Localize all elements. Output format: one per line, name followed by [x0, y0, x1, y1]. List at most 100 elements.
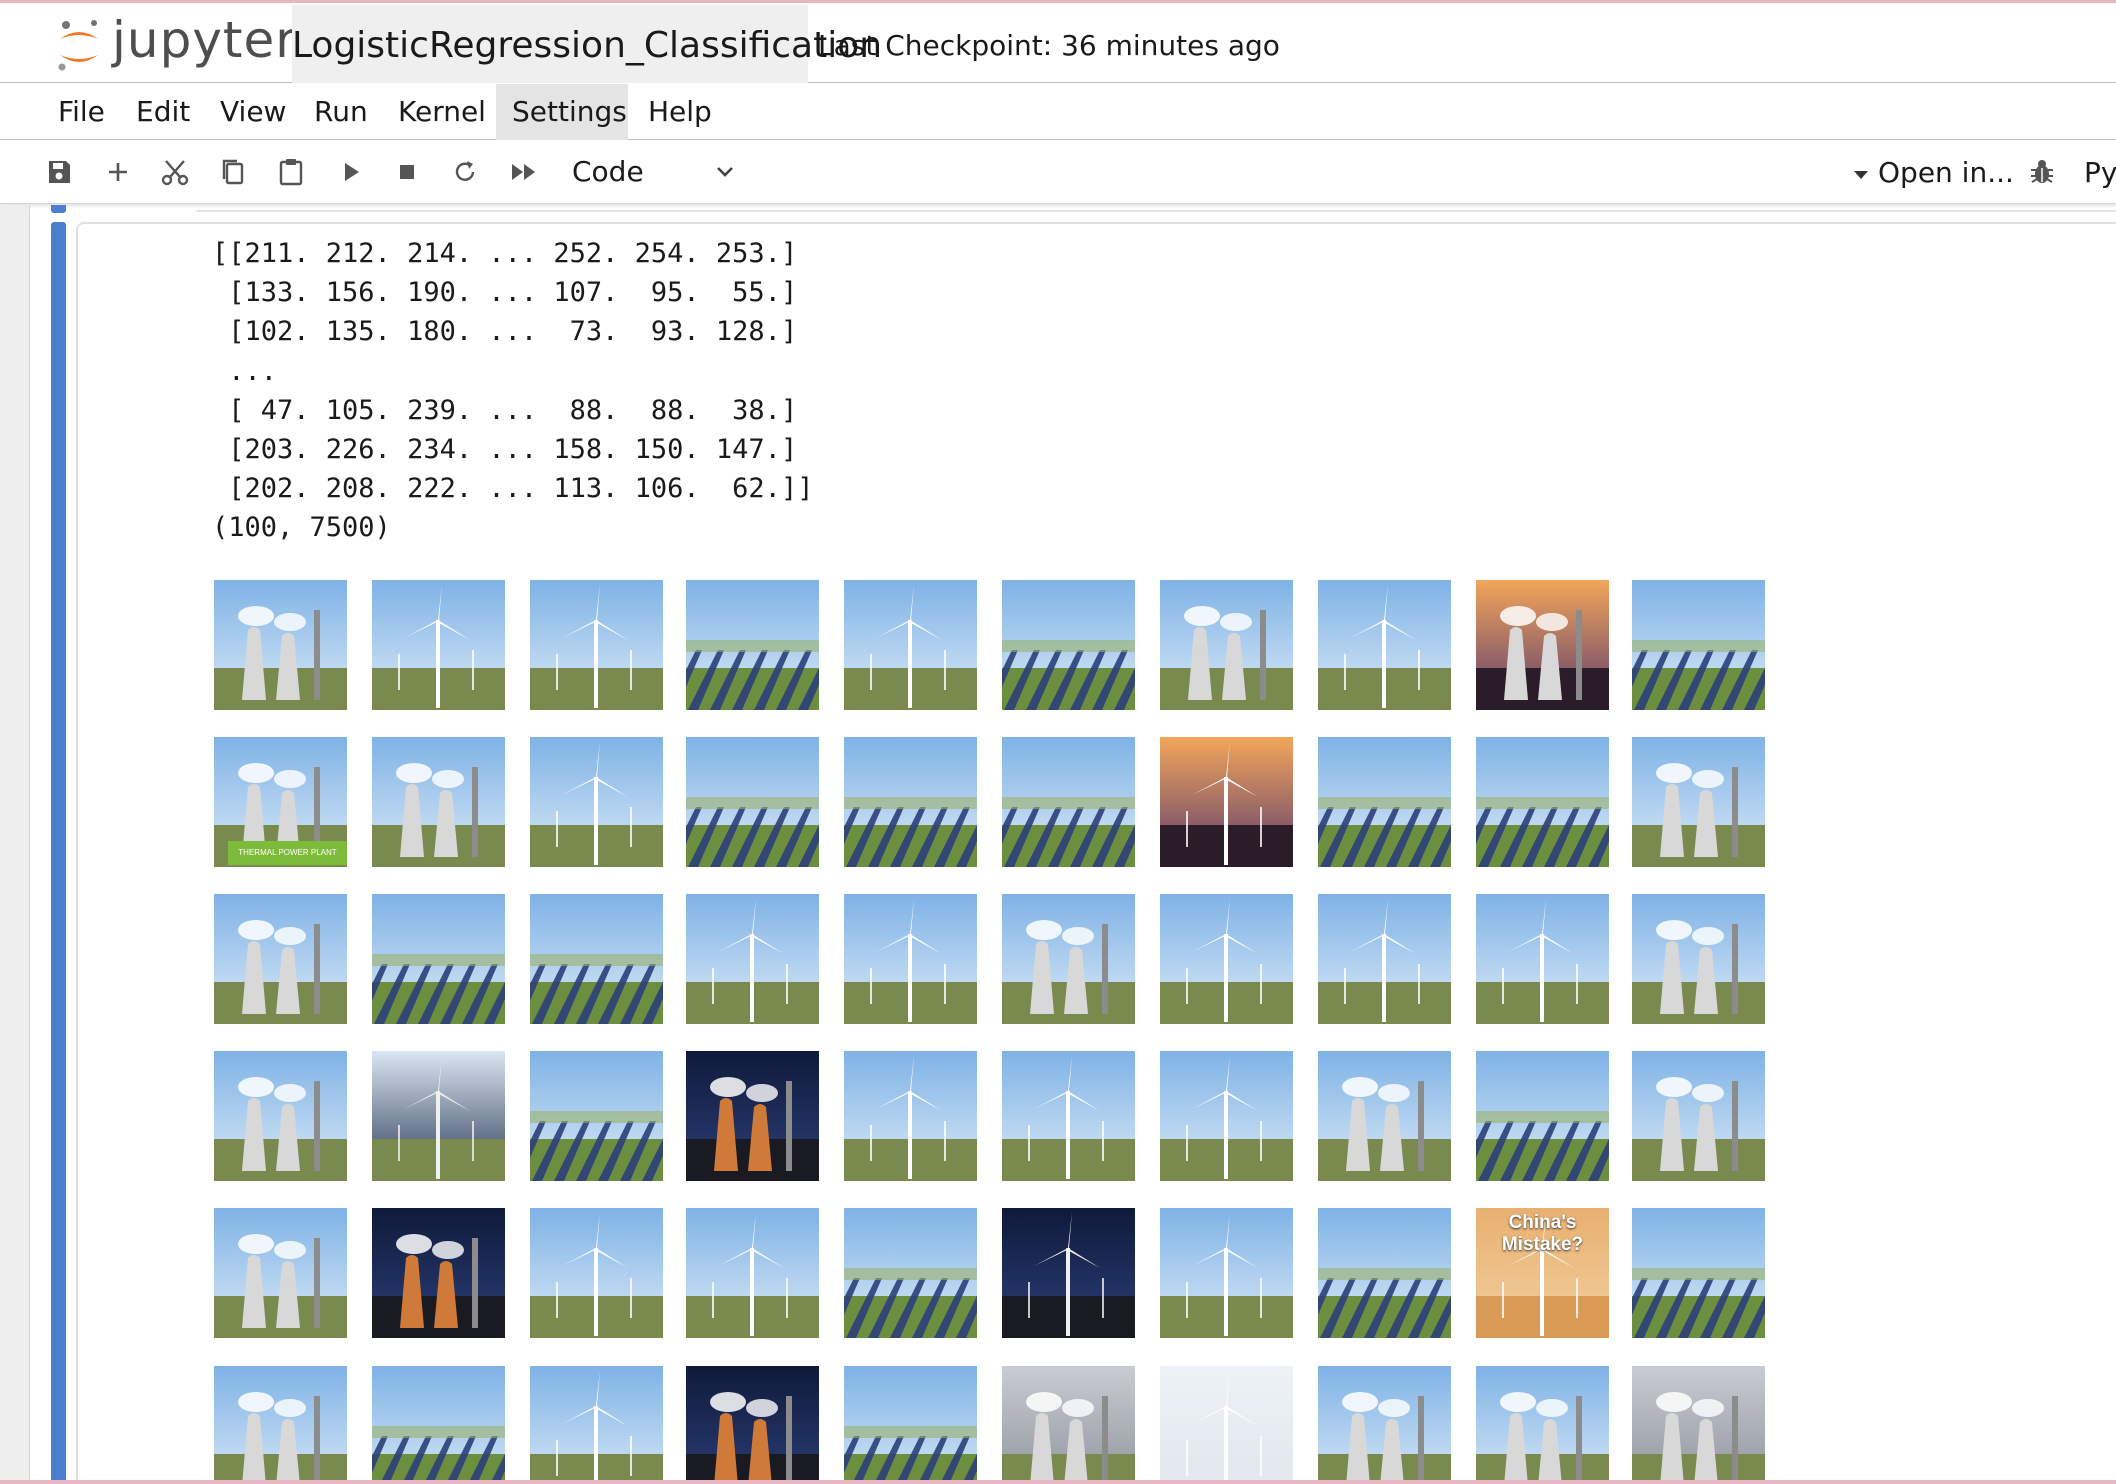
previous-cell-collapser[interactable]: [51, 205, 66, 213]
notebook-title[interactable]: LogisticRegression_Classification: [292, 5, 882, 83]
wind-turbine-night-thumbnail: [1002, 1208, 1135, 1338]
restart-icon[interactable]: [448, 155, 482, 189]
thumbnail-caption: THERMAL POWER PLANT: [228, 841, 347, 865]
power-plant-smoke-thumbnail: [1002, 1366, 1135, 1484]
solar-farm-thumbnail: [1002, 737, 1135, 867]
menu-view[interactable]: View: [208, 84, 298, 140]
power-plant-smoke-thumbnail: [1632, 1366, 1765, 1484]
output-line: ...: [212, 355, 278, 387]
solar-farm-thumbnail: [844, 1208, 977, 1338]
solar-farm-thumbnail: [372, 894, 505, 1024]
menu-file[interactable]: File: [46, 84, 116, 140]
solar-farm-thumbnail: [686, 580, 819, 710]
wind-turbine-thumbnail: [530, 580, 663, 710]
add-cell-icon[interactable]: [101, 155, 135, 189]
image-grid-output: THERMAL POWER PLANT China's Mistake?: [214, 580, 1766, 1484]
copy-icon[interactable]: [216, 155, 250, 189]
cell-type-select[interactable]: Code: [572, 155, 644, 188]
output-line: (100, 7500): [212, 512, 391, 544]
power-plant-thumbnail: [1632, 894, 1765, 1024]
wind-turbine-thumbnail: [1160, 1051, 1293, 1181]
power-plant-sunset-thumbnail: [1476, 580, 1609, 710]
open-in-button[interactable]: Open in...: [1852, 156, 2014, 189]
left-gutter: [0, 205, 30, 1484]
solar-farm-thumbnail: [530, 1051, 663, 1181]
power-plant-night-thumbnail: [372, 1208, 505, 1338]
wind-turbine-thumbnail: [372, 580, 505, 710]
power-plant-thumbnail: [372, 737, 505, 867]
wind-turbine-thumbnail: [530, 737, 663, 867]
chevron-down-icon[interactable]: [712, 159, 738, 185]
cooling-tower-thumbnail: [1632, 1051, 1765, 1181]
output-line: [133. 156. 190. ... 107. 95. 55.]: [212, 277, 798, 309]
window-bottom-border: [0, 1480, 2116, 1484]
solar-farm-thumbnail: [1318, 737, 1451, 867]
wind-turbine-thumbnail: [1002, 1051, 1135, 1181]
menu-kernel[interactable]: Kernel: [386, 84, 496, 140]
wind-turbine-thumbnail: [1318, 894, 1451, 1024]
power-plant-night-thumbnail: [686, 1051, 819, 1181]
power-plant-thumbnail: [1002, 894, 1135, 1024]
solar-farm-thumbnail: [1632, 580, 1765, 710]
save-icon[interactable]: [42, 155, 76, 189]
thumbnail-caption: China's Mistake?: [1501, 1212, 1584, 1255]
cell-output-text: [[211. 212. 214. ... 252. 254. 253.] [13…: [212, 234, 813, 548]
kernel-name[interactable]: Py: [2084, 156, 2116, 189]
wind-turbine-thumbnail: [844, 894, 977, 1024]
wind-turbine-thumbnail: [530, 1366, 663, 1484]
thermal-power-plant-thumbnail: THERMAL POWER PLANT: [214, 737, 347, 867]
solar-farm-thumbnail: [844, 1366, 977, 1484]
wind-turbine-desert-thumbnail: China's Mistake?: [1476, 1208, 1609, 1338]
solar-farm-thumbnail: [1318, 1208, 1451, 1338]
run-all-icon[interactable]: [507, 155, 541, 189]
cooling-tower-thumbnail: [1632, 737, 1765, 867]
wind-turbine-thumbnail: [844, 1051, 977, 1181]
paste-icon[interactable]: [274, 155, 308, 189]
cooling-tower-thumbnail: [214, 1051, 347, 1181]
wind-turbine-thumbnail: [1318, 580, 1451, 710]
wind-turbine-thumbnail: [686, 1208, 819, 1338]
bug-icon[interactable]: [2026, 156, 2058, 188]
wind-turbine-diagram-thumbnail: [1160, 1366, 1293, 1484]
menu-edit[interactable]: Edit: [124, 84, 204, 140]
open-in-label: Open in...: [1878, 156, 2014, 189]
output-line: [102. 135. 180. ... 73. 93. 128.]: [212, 316, 798, 348]
previous-cell-border: [196, 210, 2116, 212]
jupyter-brand: jupyter: [112, 11, 297, 69]
power-plant-thumbnail: [214, 1208, 347, 1338]
solar-farm-thumbnail: [844, 737, 977, 867]
power-plant-thumbnail: [214, 894, 347, 1024]
cooling-tower-thumbnail: [1318, 1051, 1451, 1181]
wind-turbine-silhouette-thumbnail: [372, 1051, 505, 1181]
wind-turbine-thumbnail: [844, 580, 977, 710]
solar-farm-thumbnail: [372, 1366, 505, 1484]
notebook-toolbar: Code Open in... Py: [0, 141, 2116, 204]
power-plant-thumbnail: [214, 1366, 347, 1484]
cooling-tower-thumbnail: [214, 580, 347, 710]
cell-collapser-bar[interactable]: [51, 222, 66, 1484]
cooling-tower-thumbnail: [1160, 580, 1293, 710]
solar-farm-thumbnail: [1476, 737, 1609, 867]
wind-turbine-thumbnail: [1160, 1208, 1293, 1338]
menu-help[interactable]: Help: [636, 84, 726, 140]
output-line: [ 47. 105. 239. ... 88. 88. 38.]: [212, 394, 798, 426]
jupyter-logo-icon[interactable]: [54, 17, 104, 75]
wind-turbine-thumbnail: [1476, 894, 1609, 1024]
solar-farm-thumbnail: [530, 894, 663, 1024]
notebook-header: jupyter LogisticRegression_Classificatio…: [0, 3, 2116, 83]
cut-icon[interactable]: [158, 155, 192, 189]
menu-bar: File Edit View Run Kernel Settings Help: [0, 84, 2116, 140]
stop-icon[interactable]: [390, 155, 424, 189]
output-line: [[211. 212. 214. ... 252. 254. 253.]: [212, 238, 798, 269]
output-line: [202. 208. 222. ... 113. 106. 62.]]: [212, 473, 814, 505]
solar-farm-thumbnail: [686, 737, 819, 867]
menu-settings[interactable]: Settings: [496, 84, 628, 140]
run-icon[interactable]: [334, 155, 368, 189]
menu-run[interactable]: Run: [302, 84, 382, 140]
solar-farm-thumbnail: [1476, 1051, 1609, 1181]
solar-farm-thumbnail: [1002, 580, 1135, 710]
wind-turbine-thumbnail: [686, 894, 819, 1024]
wind-turbine-thumbnail: [1160, 894, 1293, 1024]
cooling-tower-night-thumbnail: [686, 1366, 819, 1484]
wind-turbine-sunset-thumbnail: [1160, 737, 1293, 867]
